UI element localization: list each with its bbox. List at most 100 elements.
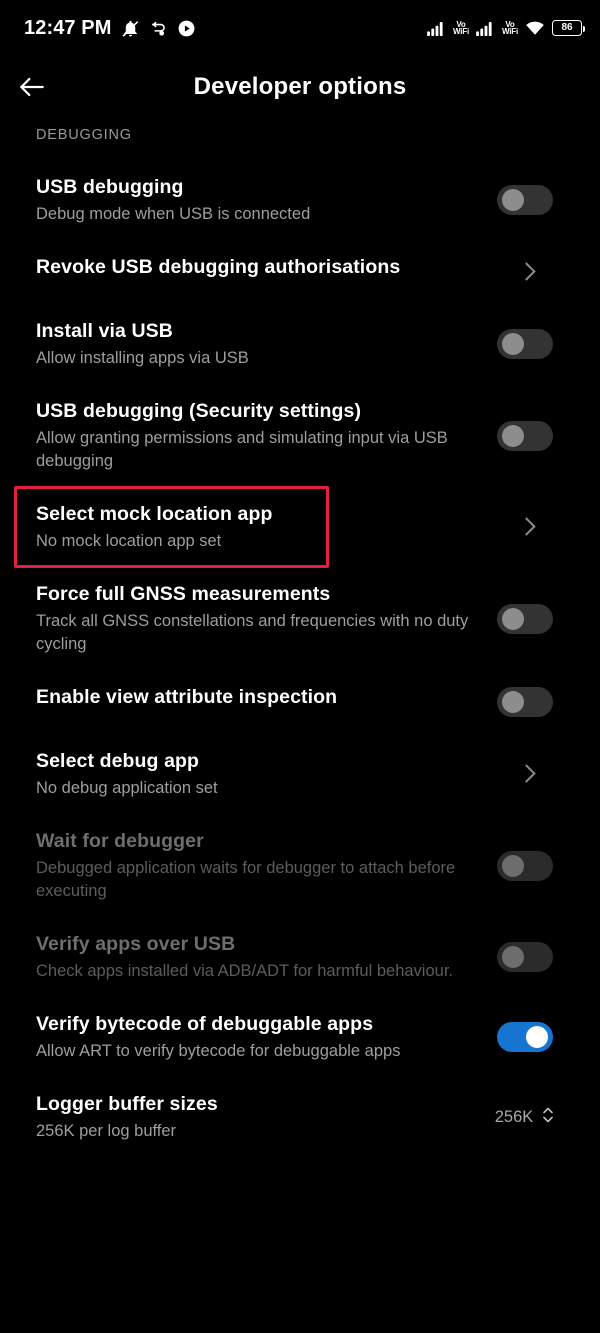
toggle-knob <box>502 607 524 630</box>
list-item-usb-debugging-security-settings[interactable]: USB debugging (Security settings) Allow g… <box>0 384 600 487</box>
toggle-knob <box>502 946 524 968</box>
row-accessory: 256K <box>486 1104 564 1131</box>
data-saver-icon <box>149 19 168 38</box>
status-bar: 12:47 PM Vo WiFi Vo WiFi 86 <box>0 0 600 56</box>
row-text: Force full GNSS measurements Track all GN… <box>36 581 486 656</box>
vowifi-label-1: Vo WiFi <box>452 20 469 36</box>
row-text: Select debug app No debug application set <box>36 748 486 800</box>
row-text: Enable view attribute inspection <box>36 684 486 710</box>
row-text: USB debugging Debug mode when USB is conn… <box>36 174 486 226</box>
chevron-right-icon[interactable] <box>519 763 532 785</box>
row-title: Install via USB <box>36 320 173 342</box>
row-subtitle: Track all GNSS constellations and freque… <box>36 612 469 653</box>
row-subtitle: No debug application set <box>36 779 218 797</box>
row-title: Verify bytecode of debuggable apps <box>36 1013 374 1035</box>
back-button[interactable] <box>0 56 64 118</box>
toggle-switch[interactable] <box>497 329 553 359</box>
app-bar: Developer options <box>0 56 600 118</box>
row-title: USB debugging <box>36 176 184 198</box>
toggle-knob <box>502 424 524 447</box>
stepper-value: 256K <box>494 1107 534 1126</box>
row-accessory <box>486 942 564 972</box>
play-circle-icon <box>177 19 196 38</box>
list-item-select-mock-location-app[interactable]: Select mock location app No mock location… <box>0 487 600 567</box>
row-title: Verify apps over USB <box>36 933 236 955</box>
toggle-switch[interactable] <box>497 1022 553 1052</box>
row-accessory <box>486 1022 564 1052</box>
row-text: Verify apps over USB Check apps installed… <box>36 931 486 983</box>
row-text: Logger buffer sizes 256K per log buffer <box>36 1091 486 1143</box>
developer-options-screen: 12:47 PM Vo WiFi Vo WiFi 86 Developer op… <box>0 0 600 1333</box>
row-subtitle: Allow installing apps via USB <box>36 349 249 367</box>
row-subtitle: Debugged application waits for debugger … <box>36 859 456 900</box>
list-item-select-debug-app[interactable]: Select debug app No debug application set <box>0 734 600 814</box>
cellular-signal-icon <box>476 21 495 36</box>
toggle-switch <box>497 850 553 881</box>
list-item-verify-bytecode-of-debuggable-apps[interactable]: Verify bytecode of debuggable apps Allow … <box>0 997 600 1077</box>
row-title: USB debugging (Security settings) <box>36 400 362 422</box>
row-text: Revoke USB debugging authorisations <box>36 254 486 280</box>
page-title: Developer options <box>193 73 407 100</box>
list-item-verify-apps-over-usb: Verify apps over USB Check apps installed… <box>0 917 600 997</box>
row-title: Enable view attribute inspection <box>36 686 338 708</box>
row-accessory <box>486 261 564 283</box>
row-accessory <box>486 763 564 785</box>
row-subtitle: No mock location app set <box>36 532 222 550</box>
row-text: USB debugging (Security settings) Allow g… <box>36 398 486 473</box>
list-item-revoke-usb-debugging-authorisations[interactable]: Revoke USB debugging authorisations <box>0 240 600 304</box>
list-item-usb-debugging[interactable]: USB debugging Debug mode when USB is conn… <box>0 160 600 240</box>
row-accessory <box>486 850 564 881</box>
back-arrow-icon <box>16 71 48 103</box>
row-title: Wait for debugger <box>36 830 204 852</box>
toggle-knob <box>502 691 524 713</box>
value-stepper[interactable]: 256K <box>495 1104 556 1131</box>
list-item-force-full-gnss-measurements[interactable]: Force full GNSS measurements Track all GN… <box>0 567 600 670</box>
status-bar-left: 12:47 PM <box>24 17 196 40</box>
battery-level: 86 <box>561 22 573 33</box>
wifi-icon <box>525 20 545 36</box>
chevron-right-icon[interactable] <box>519 516 532 538</box>
row-accessory <box>486 516 564 538</box>
list-item-install-via-usb[interactable]: Install via USB Allow installing apps via… <box>0 304 600 384</box>
toggle-knob <box>526 1026 548 1048</box>
row-subtitle: Allow granting permissions and simulatin… <box>36 429 448 470</box>
row-title: Force full GNSS measurements <box>36 583 331 605</box>
list-item-wait-for-debugger: Wait for debugger Debugged application wa… <box>0 814 600 917</box>
toggle-knob <box>502 854 524 877</box>
status-clock: 12:47 PM <box>24 16 112 39</box>
row-accessory <box>486 603 564 634</box>
vowifi-label-2: Vo WiFi <box>501 20 518 36</box>
cellular-signal-icon <box>427 21 446 36</box>
chevron-up-down-icon <box>541 1104 555 1131</box>
toggle-switch[interactable] <box>497 603 553 634</box>
notifications-muted-icon <box>121 19 140 38</box>
toggle-switch[interactable] <box>497 420 553 451</box>
chevron-right-icon[interactable] <box>519 261 532 283</box>
toggle-switch[interactable] <box>497 687 553 717</box>
toggle-switch[interactable] <box>497 185 553 215</box>
row-title: Select debug app <box>36 750 200 772</box>
section-header-debugging: DEBUGGING <box>36 127 132 143</box>
settings-list: USB debugging Debug mode when USB is conn… <box>0 160 600 1157</box>
toggle-switch <box>497 942 553 972</box>
row-text: Install via USB Allow installing apps via… <box>36 318 486 370</box>
list-item-enable-view-attribute-inspection[interactable]: Enable view attribute inspection <box>0 670 600 734</box>
status-bar-right: Vo WiFi Vo WiFi 86 <box>427 20 585 36</box>
row-subtitle: Check apps installed via ADB/ADT for har… <box>36 962 453 980</box>
row-accessory <box>486 329 564 359</box>
battery-icon: 86 <box>552 20 585 36</box>
row-title: Select mock location app <box>36 503 273 525</box>
row-subtitle: Debug mode when USB is connected <box>36 205 311 223</box>
row-subtitle: 256K per log buffer <box>36 1122 177 1140</box>
toggle-knob <box>502 189 524 211</box>
row-accessory <box>486 420 564 451</box>
row-title: Logger buffer sizes <box>36 1093 218 1115</box>
toggle-knob <box>502 333 524 355</box>
row-text: Verify bytecode of debuggable apps Allow … <box>36 1011 486 1063</box>
row-accessory <box>486 185 564 215</box>
row-text: Select mock location app No mock location… <box>36 501 486 553</box>
row-title: Revoke USB debugging authorisations <box>36 256 401 278</box>
list-item-logger-buffer-sizes[interactable]: Logger buffer sizes 256K per log buffer 25… <box>0 1077 600 1157</box>
row-subtitle: Allow ART to verify bytecode for debugga… <box>36 1042 401 1060</box>
row-text: Wait for debugger Debugged application wa… <box>36 828 486 903</box>
